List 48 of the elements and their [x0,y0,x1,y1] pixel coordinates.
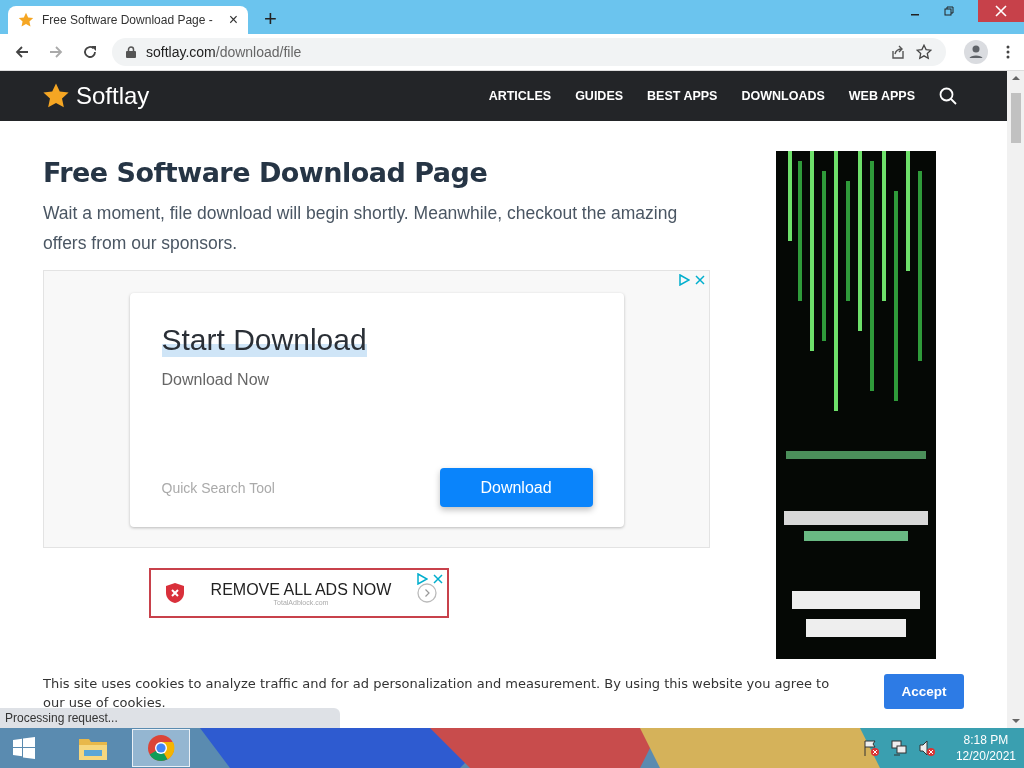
nav-link[interactable]: GUIDES [575,89,624,103]
ad-subtitle: Download Now [161,371,271,389]
nav-link[interactable]: WEB APPS [848,89,915,103]
tab-title: Free Software Download Page - [42,13,214,27]
banner-text: REMOVE ALL ADS NOW [210,580,392,599]
restore-icon[interactable] [944,6,954,16]
intro-text: Wait a moment, file download will begin shortly. Meanwhile, checkout the amazing offers from our sponsors. [43,202,679,255]
star-icon [18,12,34,28]
lock-icon [126,46,136,58]
flag-icon[interactable] [861,739,880,757]
scrollbar[interactable] [1007,71,1024,728]
reload-icon[interactable] [82,44,98,60]
network-icon[interactable] [889,739,908,757]
status-bubble: Processing request... [0,708,340,728]
star-logo-icon [42,82,70,110]
scroll-up-icon[interactable] [1011,75,1020,81]
close-tab-button[interactable]: × [228,11,238,29]
new-tab-button[interactable]: + [264,7,277,31]
speaker-muted-icon[interactable] [917,739,936,757]
scrollbar-thumb[interactable] [1010,93,1021,143]
back-icon[interactable] [14,44,30,60]
nav-link[interactable]: DOWNLOADS [741,89,825,103]
scroll-down-icon[interactable] [1011,718,1020,724]
close-ad-icon[interactable] [433,574,443,584]
clock-date: 12/20/2021 [955,748,1016,764]
browser-tab[interactable]: Free Software Download Page - × [8,6,248,34]
share-icon[interactable] [890,44,906,60]
download-button[interactable]: Download [439,468,593,507]
close-icon [995,5,1007,17]
profile-icon[interactable] [964,40,988,64]
nav-link[interactable]: BEST APPS [647,89,718,103]
accept-button[interactable]: Accept [884,674,964,709]
close-window-button[interactable] [978,0,1024,22]
browser-logo-icon [147,734,175,762]
ad-source: Quick Search Tool [161,479,275,496]
address-field[interactable]: softlay.com/download/file [112,38,946,66]
ad-info-icon[interactable] [416,573,428,585]
chevron-circle-icon [417,583,437,603]
menu-icon[interactable] [1006,45,1010,59]
nav-link[interactable]: ARTICLES [488,89,552,103]
search-icon[interactable] [939,87,957,105]
shield-icon [165,582,185,604]
chrome-button[interactable] [132,729,190,767]
page-heading: Free Software Download Page [43,157,489,188]
bookmark-star-icon[interactable] [916,44,932,60]
windows-start-icon[interactable] [12,736,36,760]
site-logo[interactable]: Softlay [76,82,150,110]
clock-time: 8:18 PM [963,732,1009,748]
